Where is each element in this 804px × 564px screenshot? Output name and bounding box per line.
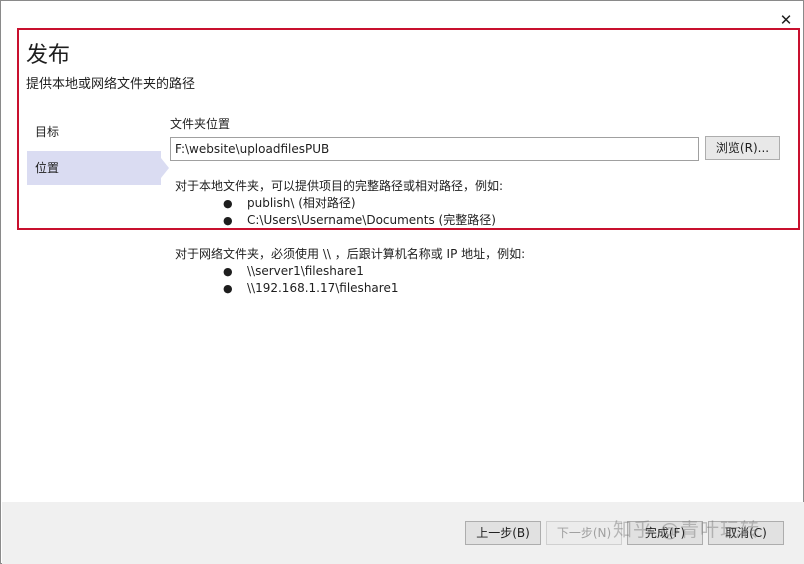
bullet-icon: ● — [223, 265, 233, 278]
local-examples-list: ● publish\ (相对路径) ● C:\Users\Username\Do… — [175, 195, 503, 229]
example-text: publish\ (相对路径) — [247, 196, 356, 210]
list-item: ● C:\Users\Username\Documents (完整路径) — [175, 212, 503, 229]
selected-nav-pointer — [161, 158, 169, 178]
finish-button[interactable]: 完成(F) — [627, 521, 703, 545]
previous-button[interactable]: 上一步(B) — [465, 521, 541, 545]
list-item: ● \\server1\fileshare1 — [175, 263, 525, 280]
local-help-intro: 对于本地文件夹，可以提供项目的完整路径或相对路径，例如: — [175, 179, 504, 193]
bullet-icon: ● — [223, 282, 233, 295]
folder-path-input[interactable] — [170, 137, 699, 161]
folder-location-label: 文件夹位置 — [170, 117, 231, 131]
next-button[interactable]: 下一步(N) — [546, 521, 622, 545]
list-item: ● publish\ (相对路径) — [175, 195, 503, 212]
bullet-icon: ● — [223, 197, 233, 210]
browse-button[interactable]: 浏览(R)... — [705, 136, 780, 160]
close-icon[interactable]: ✕ — [777, 11, 795, 29]
page-title: 发布 — [26, 43, 71, 68]
example-text: C:\Users\Username\Documents (完整路径) — [247, 213, 496, 227]
page-subtitle: 提供本地或网络文件夹的路径 — [26, 77, 196, 92]
publish-dialog: ✕ 发布 提供本地或网络文件夹的路径 目标 位置 文件夹位置 浏览(R)... … — [0, 0, 804, 564]
example-text: \\192.168.1.17\fileshare1 — [247, 281, 399, 295]
local-folder-help: 对于本地文件夹，可以提供项目的完整路径或相对路径，例如: ● publish\ … — [175, 178, 503, 229]
network-help-intro: 对于网络文件夹，必须使用 \\ ，后跟计算机名称或 IP 地址，例如: — [175, 247, 526, 261]
sidebar-item-location[interactable]: 位置 — [27, 151, 161, 185]
network-examples-list: ● \\server1\fileshare1 ● \\192.168.1.17\… — [175, 263, 525, 297]
network-folder-help: 对于网络文件夹，必须使用 \\ ，后跟计算机名称或 IP 地址，例如: ● \\… — [175, 246, 525, 297]
example-text: \\server1\fileshare1 — [247, 264, 364, 278]
list-item: ● \\192.168.1.17\fileshare1 — [175, 280, 525, 297]
bullet-icon: ● — [223, 214, 233, 227]
sidebar-item-target[interactable]: 目标 — [27, 115, 161, 149]
cancel-button[interactable]: 取消(C) — [708, 521, 784, 545]
